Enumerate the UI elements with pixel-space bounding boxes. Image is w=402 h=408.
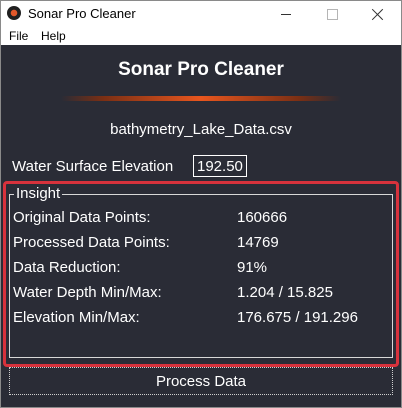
minimize-button[interactable] xyxy=(263,1,309,27)
water-depth-minmax-value: 1.204 / 15.825 xyxy=(237,284,333,301)
main-panel: Sonar Pro Cleaner bathymetry_Lake_Data.c… xyxy=(1,45,401,407)
menu-file[interactable]: File xyxy=(9,29,28,43)
data-reduction-label: Data Reduction: xyxy=(13,259,121,276)
close-icon xyxy=(372,8,384,20)
menu-bar: File Help xyxy=(1,27,401,45)
app-window: Sonar Pro Cleaner File Help Sonar Pro Cl… xyxy=(0,0,402,408)
maximize-button[interactable] xyxy=(309,1,355,27)
window-title: Sonar Pro Cleaner xyxy=(28,6,136,21)
water-depth-minmax-label: Water Depth Min/Max: xyxy=(13,284,162,301)
minimize-icon xyxy=(281,13,291,15)
water-surface-elevation-input[interactable] xyxy=(193,155,247,177)
accent-divider xyxy=(61,96,341,101)
elevation-minmax-label: Elevation Min/Max: xyxy=(13,309,140,326)
data-reduction-value: 91% xyxy=(237,259,268,276)
original-data-points-label: Original Data Points: xyxy=(13,209,151,226)
elevation-minmax-value: 176.675 / 191.296 xyxy=(237,309,358,326)
title-bar[interactable]: Sonar Pro Cleaner xyxy=(1,1,401,27)
insight-groupbox: Insight Original Data Points: 160666 Pro… xyxy=(9,185,393,358)
processed-data-points-label: Processed Data Points: xyxy=(13,234,170,251)
page-title: Sonar Pro Cleaner xyxy=(118,59,284,80)
process-data-button[interactable]: Process Data xyxy=(9,367,393,395)
insight-title: Insight xyxy=(14,185,63,203)
water-surface-elevation-label: Water Surface Elevation xyxy=(12,158,174,175)
file-name-label: bathymetry_Lake_Data.csv xyxy=(110,121,292,138)
close-button[interactable] xyxy=(355,1,401,27)
processed-data-points-value: 14769 xyxy=(237,234,279,251)
maximize-icon xyxy=(326,8,338,20)
app-logo-icon xyxy=(7,6,21,20)
menu-help[interactable]: Help xyxy=(41,29,66,43)
original-data-points-value: 160666 xyxy=(237,209,288,226)
